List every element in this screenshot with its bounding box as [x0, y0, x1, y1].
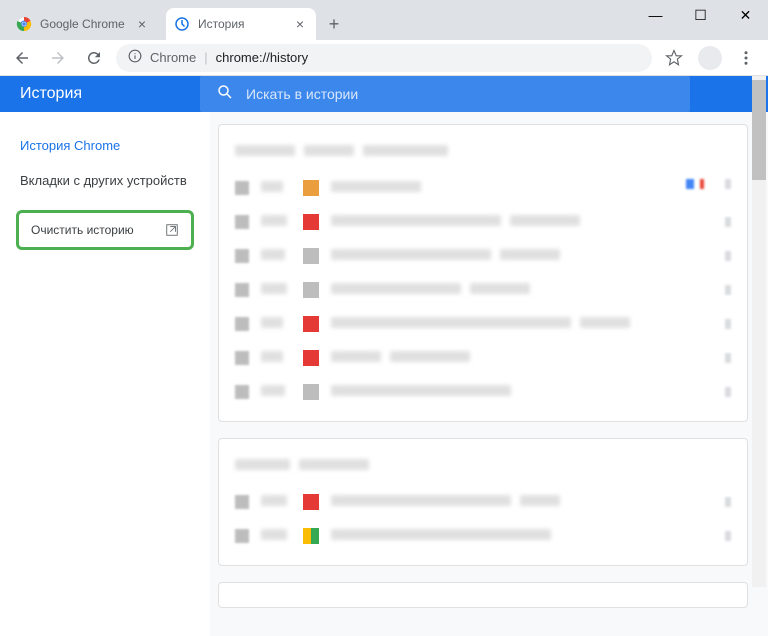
- tab-close-icon[interactable]: ×: [292, 16, 308, 32]
- entry-checkbox[interactable]: [235, 181, 249, 195]
- tab-close-icon[interactable]: ×: [134, 16, 150, 32]
- history-entry[interactable]: [219, 519, 747, 553]
- site-favicon: [303, 248, 319, 264]
- site-favicon: [303, 384, 319, 400]
- tab-title: Google Chrome: [40, 17, 134, 31]
- clear-history-label: Очистить историю: [31, 223, 134, 237]
- entry-checkbox[interactable]: [235, 495, 249, 509]
- site-favicon: [303, 528, 319, 544]
- site-favicon: [303, 316, 319, 332]
- history-entry[interactable]: [219, 171, 747, 205]
- sidebar: История Chrome Вкладки с других устройст…: [0, 112, 210, 636]
- history-entry[interactable]: [219, 273, 747, 307]
- history-date-group: [218, 438, 748, 566]
- clear-history-button[interactable]: Очистить историю: [16, 210, 194, 250]
- reload-button[interactable]: [80, 44, 108, 72]
- entry-checkbox[interactable]: [235, 249, 249, 263]
- tab-title: История: [198, 17, 292, 31]
- bookmark-star-icon[interactable]: [660, 44, 688, 72]
- chrome-favicon: [16, 16, 32, 32]
- browser-tab-active[interactable]: История ×: [166, 8, 316, 40]
- profile-avatar[interactable]: [696, 44, 724, 72]
- scrollbar-thumb[interactable]: [752, 80, 766, 180]
- history-date-group: [218, 582, 748, 608]
- site-favicon: [303, 180, 319, 196]
- entry-checkbox[interactable]: [235, 529, 249, 543]
- history-entry[interactable]: [219, 341, 747, 375]
- history-entry[interactable]: [219, 205, 747, 239]
- history-search[interactable]: [200, 76, 690, 112]
- titlebar: Google Chrome × История × + — ☐ ✕: [0, 0, 768, 40]
- history-favicon: [174, 16, 190, 32]
- site-info-icon: [128, 49, 142, 66]
- url-bar[interactable]: Chrome | chrome://history: [116, 44, 652, 72]
- close-window-button[interactable]: ✕: [723, 0, 768, 30]
- history-entry[interactable]: [219, 375, 747, 409]
- minimize-button[interactable]: —: [633, 0, 678, 30]
- sidebar-item-other-devices[interactable]: Вкладки с других устройств: [0, 163, 210, 198]
- history-header: История: [0, 76, 768, 112]
- entry-checkbox[interactable]: [235, 215, 249, 229]
- new-tab-button[interactable]: +: [320, 10, 348, 38]
- window-controls: — ☐ ✕: [633, 0, 768, 30]
- page-title: История: [20, 85, 200, 103]
- external-link-icon: [165, 223, 179, 237]
- addressbar: Chrome | chrome://history: [0, 40, 768, 76]
- history-date-group: [218, 124, 748, 422]
- site-favicon: [303, 494, 319, 510]
- entry-checkbox[interactable]: [235, 317, 249, 331]
- back-button[interactable]: [8, 44, 36, 72]
- maximize-button[interactable]: ☐: [678, 0, 723, 30]
- history-entry[interactable]: [219, 239, 747, 273]
- history-date-header: [219, 451, 747, 485]
- chrome-menu-icon[interactable]: [732, 44, 760, 72]
- entry-checkbox[interactable]: [235, 351, 249, 365]
- history-entry[interactable]: [219, 485, 747, 519]
- search-input[interactable]: [246, 86, 674, 102]
- entry-checkbox[interactable]: [235, 385, 249, 399]
- site-favicon: [303, 350, 319, 366]
- sidebar-item-chrome-history[interactable]: История Chrome: [0, 128, 210, 163]
- history-entry[interactable]: [219, 307, 747, 341]
- browser-tab[interactable]: Google Chrome ×: [8, 8, 158, 40]
- site-favicon: [303, 282, 319, 298]
- url-secure-label: Chrome: [150, 50, 196, 65]
- entry-checkbox[interactable]: [235, 283, 249, 297]
- history-date-header: [219, 137, 747, 171]
- search-icon: [216, 83, 234, 106]
- site-favicon: [303, 214, 319, 230]
- history-list: [210, 112, 768, 636]
- scrollbar[interactable]: [752, 76, 766, 587]
- forward-button[interactable]: [44, 44, 72, 72]
- url-text: chrome://history: [216, 50, 308, 65]
